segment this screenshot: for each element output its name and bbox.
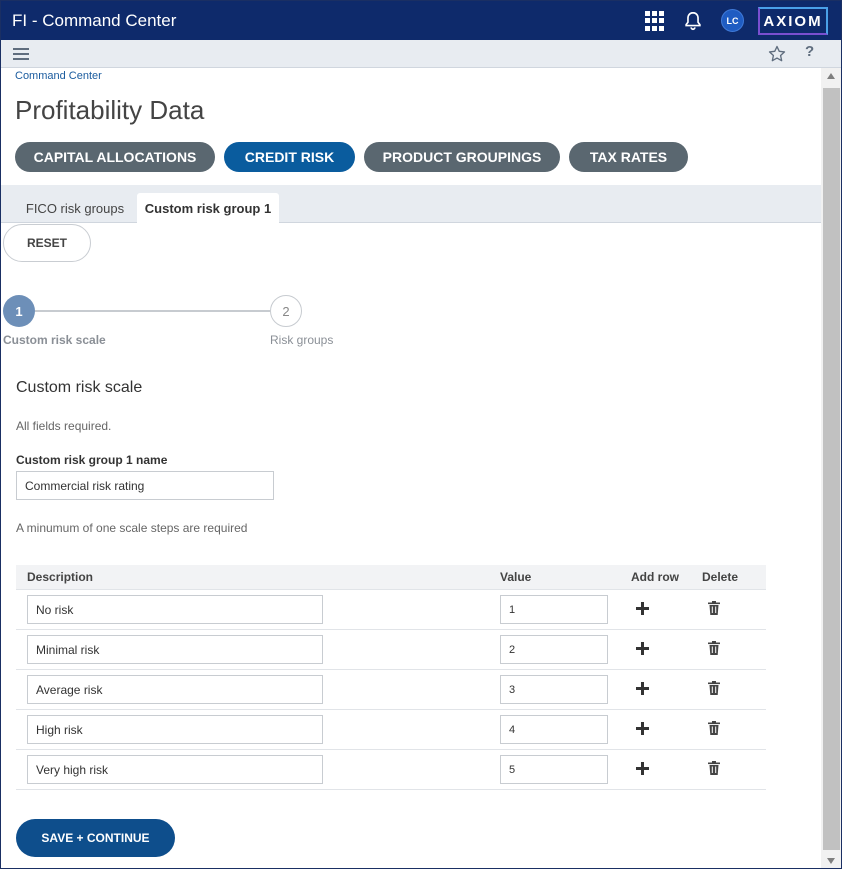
description-input[interactable] — [27, 675, 323, 704]
step-2-label: Risk groups — [270, 333, 334, 347]
delete-trash-icon[interactable] — [708, 601, 720, 615]
table-row — [16, 590, 766, 630]
scroll-up-arrow-icon[interactable] — [827, 73, 835, 79]
value-input[interactable] — [500, 595, 608, 624]
vertical-scrollbar[interactable] — [821, 68, 841, 868]
add-row-plus-icon[interactable] — [636, 682, 650, 696]
description-input[interactable] — [27, 715, 323, 744]
delete-trash-icon[interactable] — [708, 761, 720, 775]
value-input[interactable] — [500, 755, 608, 784]
value-column-header: Value — [500, 570, 532, 584]
value-input[interactable] — [500, 675, 608, 704]
app-title: FI - Command Center — [12, 11, 177, 30]
description-input[interactable] — [27, 755, 323, 784]
value-input[interactable] — [500, 715, 608, 744]
product-groupings-button[interactable]: PRODUCT GROUPINGS — [364, 142, 560, 172]
delete-trash-icon[interactable] — [708, 641, 720, 655]
delete-trash-icon[interactable] — [708, 721, 720, 735]
group-name-label: Custom risk group 1 name — [16, 453, 168, 467]
add-row-plus-icon[interactable] — [636, 642, 650, 656]
credit-risk-button[interactable]: CREDIT RISK — [224, 142, 355, 172]
tab-bar: FICO risk groups Custom risk group 1 — [1, 185, 821, 223]
app-window: FI - Command Center LC AXIOM ? Command C… — [0, 0, 842, 869]
description-column-header: Description — [27, 570, 94, 584]
axiom-logo: AXIOM — [758, 7, 828, 35]
add-row-plus-icon[interactable] — [636, 722, 650, 736]
add-row-column-header: Add row — [631, 570, 679, 584]
table-row — [16, 750, 766, 790]
breadcrumb-command-center[interactable]: Command Center — [15, 70, 102, 82]
step-1-label: Custom risk scale — [3, 333, 106, 347]
add-row-plus-icon[interactable] — [636, 762, 650, 776]
description-input[interactable] — [27, 595, 323, 624]
tab-fico-risk-groups[interactable]: FICO risk groups — [15, 193, 135, 223]
stepper-connector — [35, 310, 270, 312]
hamburger-menu-icon[interactable] — [13, 48, 29, 60]
description-input[interactable] — [27, 635, 323, 664]
delete-column-header: Delete — [702, 570, 739, 584]
tax-rates-button[interactable]: TAX RATES — [569, 142, 688, 172]
group-name-input[interactable] — [16, 471, 274, 500]
scroll-down-arrow-icon[interactable] — [827, 858, 835, 864]
notification-bell-icon[interactable] — [682, 10, 704, 32]
top-header: FI - Command Center LC AXIOM — [1, 1, 841, 40]
table-row — [16, 710, 766, 750]
value-input[interactable] — [500, 635, 608, 664]
capital-allocations-button[interactable]: CAPITAL ALLOCATIONS — [15, 142, 215, 172]
step-1-indicator[interactable]: 1 — [3, 295, 35, 327]
delete-trash-icon[interactable] — [708, 681, 720, 695]
user-avatar[interactable]: LC — [721, 9, 744, 32]
page-title: Profitability Data — [15, 95, 205, 125]
table-row — [16, 630, 766, 670]
help-icon[interactable]: ? — [805, 43, 814, 60]
scale-steps-note: A minumum of one scale steps are require… — [16, 521, 248, 535]
toolbar: ? — [1, 40, 841, 68]
favorite-star-icon[interactable] — [767, 44, 787, 64]
section-title: Custom risk scale — [16, 379, 143, 396]
scroll-thumb[interactable] — [823, 88, 840, 850]
save-continue-button[interactable]: SAVE + CONTINUE — [16, 819, 175, 857]
table-row — [16, 670, 766, 710]
scale-table-header: Description Value Add row Delete — [16, 565, 766, 590]
add-row-plus-icon[interactable] — [636, 602, 650, 616]
tab-custom-risk-group-1[interactable]: Custom risk group 1 — [137, 193, 279, 223]
step-2-indicator[interactable]: 2 — [270, 295, 302, 327]
app-launcher-icon[interactable] — [645, 11, 665, 31]
required-note: All fields required. — [16, 419, 112, 433]
reset-button[interactable]: RESET — [3, 224, 91, 262]
